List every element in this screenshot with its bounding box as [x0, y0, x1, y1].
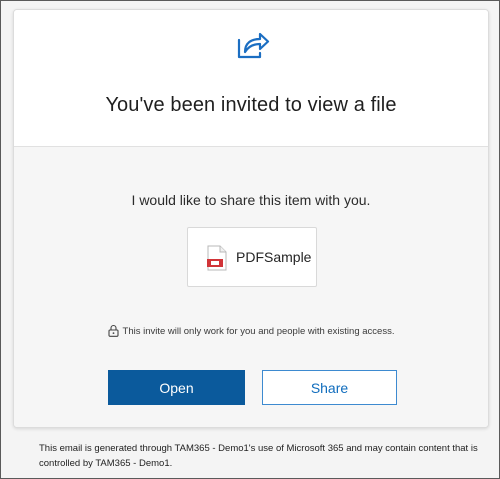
- access-note-text: This invite will only work for you and p…: [122, 326, 395, 337]
- open-button[interactable]: Open: [108, 370, 245, 405]
- file-name: PDFSample: [236, 249, 312, 265]
- share-button[interactable]: Share: [262, 370, 397, 405]
- footer-disclaimer: This email is generated through TAM365 -…: [39, 443, 478, 469]
- share-arrow-icon: [237, 32, 270, 59]
- email-frame: You've been invited to view a file I wou…: [0, 0, 500, 479]
- card-body: I would like to share this item with you…: [14, 147, 488, 427]
- card-header: You've been invited to view a file: [14, 10, 488, 147]
- invite-card: You've been invited to view a file I wou…: [13, 9, 489, 428]
- share-message: I would like to share this item with you…: [131, 192, 371, 208]
- pdf-file-icon: [207, 245, 227, 271]
- access-note: This invite will only work for you and p…: [14, 324, 488, 337]
- file-tile[interactable]: PDFSample: [187, 227, 317, 287]
- lock-icon: [107, 324, 119, 337]
- page-title: You've been invited to view a file: [105, 94, 397, 116]
